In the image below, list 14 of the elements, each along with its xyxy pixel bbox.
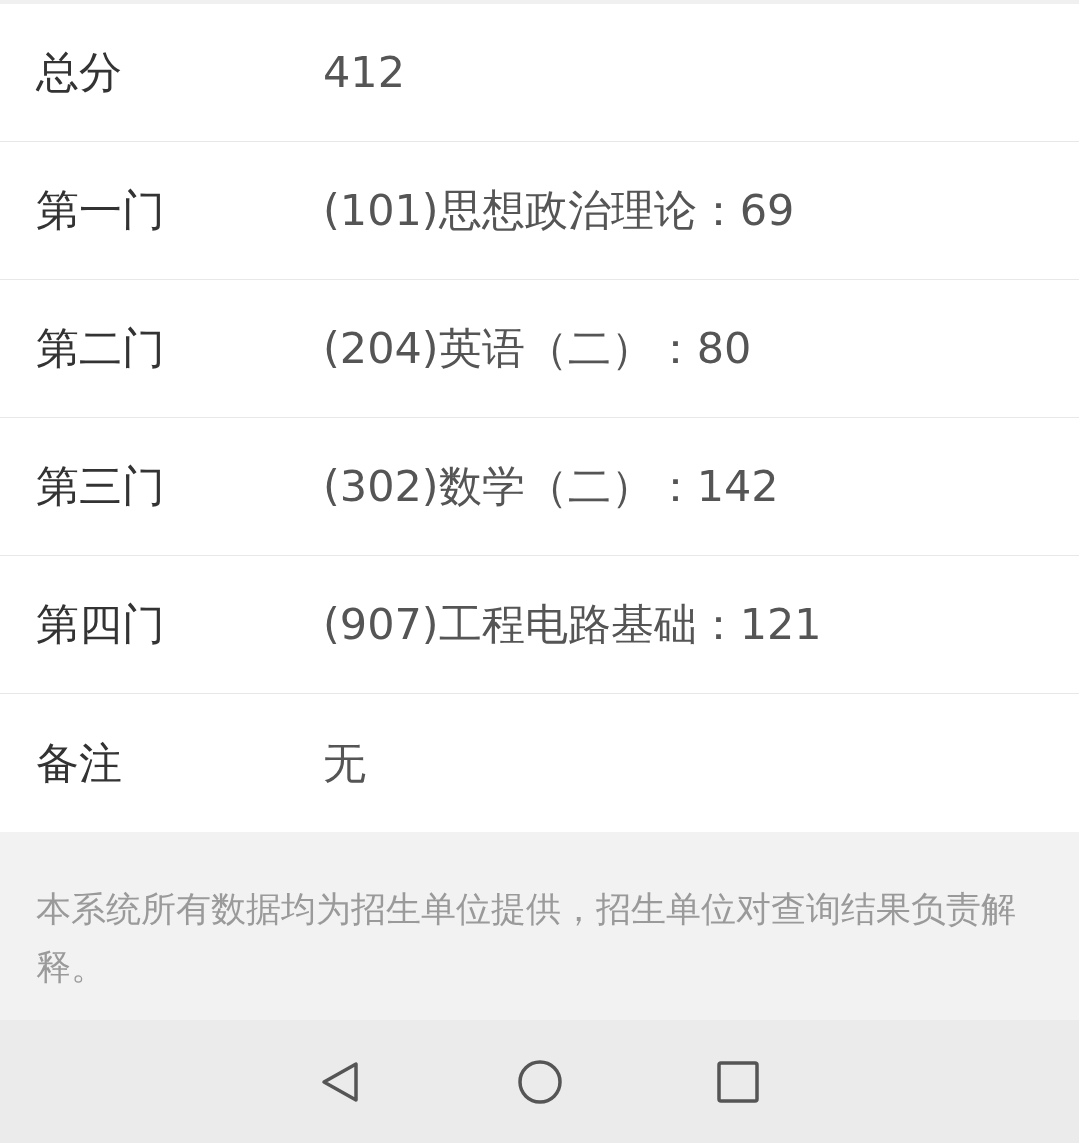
field-label: 总分 xyxy=(36,46,123,100)
field-value: (101)思想政治理论：69 xyxy=(323,184,795,238)
field-value: (204)英语（二）：80 xyxy=(323,322,752,376)
field-label: 第一门 xyxy=(36,184,166,238)
field-value: (302)数学（二）：142 xyxy=(323,460,779,514)
field-label: 第二门 xyxy=(36,322,166,376)
home-icon[interactable] xyxy=(515,1059,564,1104)
field-value: (907)工程电路基础：121 xyxy=(323,598,822,652)
field-label: 备注 xyxy=(36,736,123,790)
field-label: 第三门 xyxy=(36,460,166,514)
field-label: 第四门 xyxy=(36,598,166,652)
disclaimer-text: 本系统所有数据均为招生单位提供，招生单位对查询结果负责解释。 xyxy=(36,888,1017,989)
field-value: 无 xyxy=(323,736,366,790)
field-value: 412 xyxy=(323,46,406,100)
